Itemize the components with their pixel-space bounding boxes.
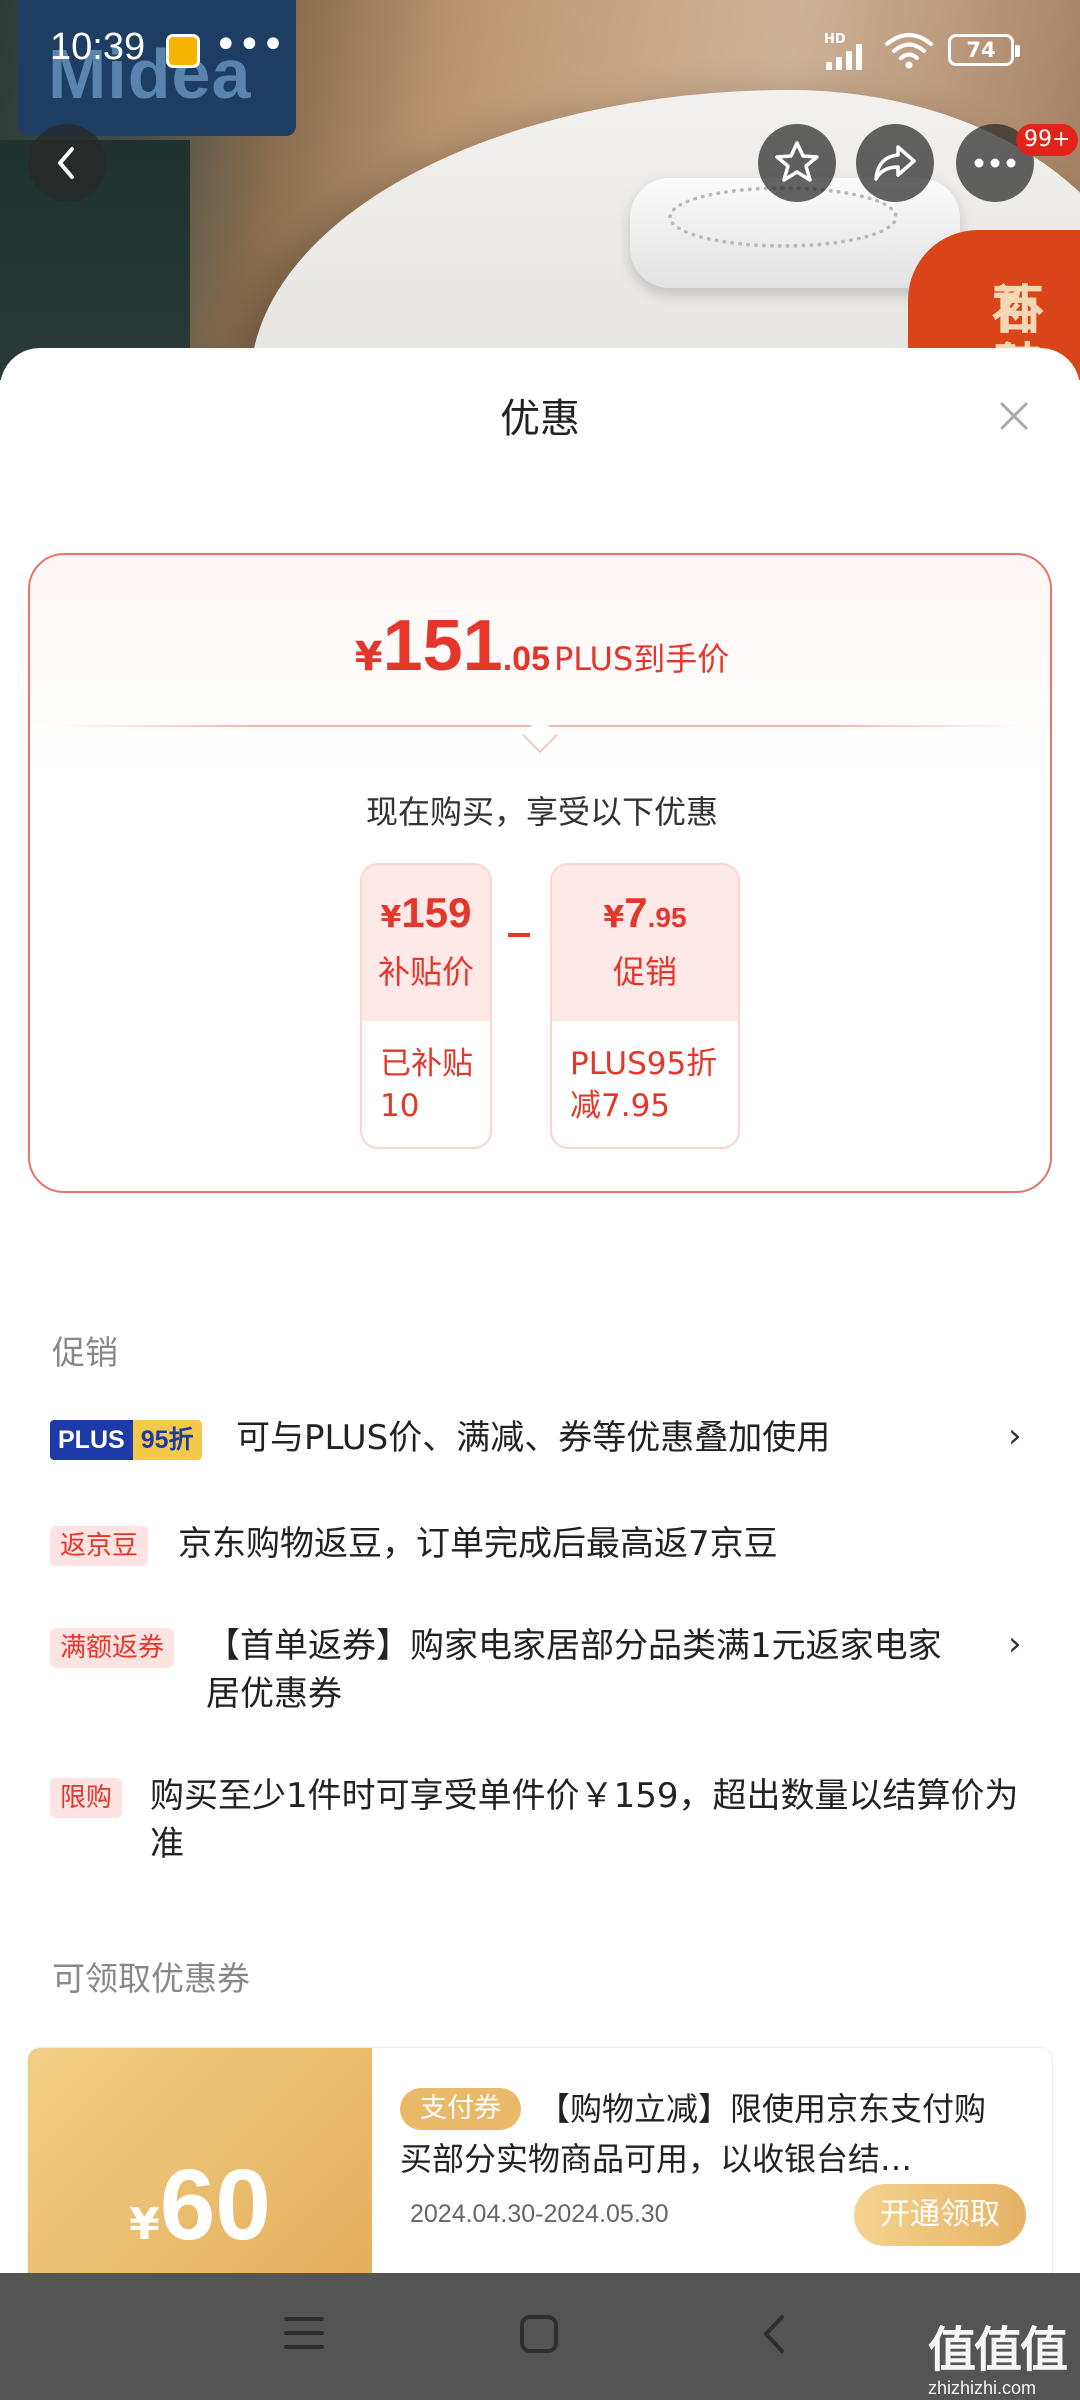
minus-sign — [508, 933, 530, 937]
back-nav-icon[interactable] — [758, 2313, 788, 2355]
chevron-right-icon: › — [1008, 1624, 1022, 1664]
notification-badge: 99+ — [1016, 124, 1079, 156]
promo-tag: 满额返券 — [50, 1628, 175, 1668]
final-price-integer: 151 — [382, 606, 503, 686]
watermark-main: 值值值 — [928, 2322, 1068, 2378]
subsidy-amount: 159 — [401, 889, 472, 936]
share-button[interactable] — [856, 124, 934, 202]
subsidy-detail: 已补贴10 — [380, 1046, 473, 1124]
promotion-currency: ¥ — [603, 900, 625, 935]
promo-tag: 限购 — [50, 1778, 123, 1818]
final-price-currency: ¥ — [354, 634, 383, 680]
system-nav-bar — [0, 2273, 1080, 2400]
battery-icon: 74 — [948, 34, 1020, 66]
promo-item-limit: 限购 购买至少1件时可享受单件价￥159，超出数量以结算价为准 — [50, 1776, 1030, 1878]
chevron-right-icon: › — [1008, 1416, 1022, 1456]
coupon-validity: 2024.04.30-2024.05.30 — [410, 2200, 669, 2228]
discount-sheet: 优惠 ¥151.05 PLUS到手价 现在购买，享受以下优惠 ¥159 补贴价 已… — [0, 348, 1080, 2273]
plus-tag-discount: 95折 — [132, 1420, 202, 1460]
notification-icon — [166, 34, 200, 68]
promotion-price-card: ¥7.95 促销 PLUS95折减7.95 — [550, 863, 740, 1149]
promo-item-plus[interactable]: PLUS 95折 可与PLUS价、满减、券等优惠叠加使用 › — [50, 1416, 1030, 1480]
coupon-type-tag: 支付券 — [400, 2088, 521, 2130]
coupon-value: 60 — [159, 2149, 271, 2261]
promo-text: 可与PLUS价、满减、券等优惠叠加使用 — [236, 1418, 831, 1458]
coupons-title: 可领取优惠券 — [52, 1959, 250, 1998]
price-summary-card: ¥151.05 PLUS到手价 现在购买，享受以下优惠 ¥159 补贴价 已补贴1… — [28, 553, 1052, 1193]
divider-notch — [522, 717, 558, 753]
promotion-amount-int: 7 — [624, 889, 648, 936]
claim-coupon-button[interactable]: 开通领取 — [854, 2184, 1026, 2246]
close-icon[interactable] — [994, 396, 1034, 436]
coupon-card: ¥60 【购物立减】限使用京东支付购买部分实物商品可用，以收银台结… 支付券 2… — [20, 2048, 1052, 2273]
coupon-amount: ¥60 — [28, 2148, 372, 2263]
promo-text: 【首单返券】购家电家居部分品类满1元返家电家居优惠券 — [206, 1626, 942, 1714]
star-icon — [775, 141, 819, 182]
subsidy-caption: 补贴价 — [377, 953, 474, 991]
coupon-currency: ¥ — [129, 2199, 160, 2250]
promotion-caption: 促销 — [612, 953, 677, 991]
home-icon[interactable] — [518, 2313, 560, 2355]
promo-tag: 返京豆 — [50, 1526, 149, 1566]
subsidy-price-card: ¥159 补贴价 已补贴10 — [360, 863, 492, 1149]
watermark-logo: 值值值 zhizhizhi.com — [928, 2310, 1068, 2399]
signal-icon — [826, 42, 862, 70]
coupon-amount-panel: ¥60 — [20, 2048, 372, 2273]
status-bar: 10:39 ••• HD 74 — [0, 0, 1080, 100]
more-notifications-icon: ••• — [214, 22, 285, 68]
plus-discount-tag: PLUS 95折 — [50, 1420, 202, 1460]
share-icon — [874, 145, 916, 181]
more-dots-icon — [974, 158, 1016, 168]
sheet-title: 优惠 — [500, 396, 580, 442]
promotion-amount-dec: .95 — [647, 902, 687, 933]
subsidy-currency: ¥ — [380, 900, 402, 935]
promotion-detail: PLUS95折减7.95 — [570, 1046, 718, 1124]
favorite-button[interactable] — [758, 124, 836, 202]
promo-item-beans: 返京豆 京东购物返豆，订单完成后最高返7京豆 — [50, 1524, 1030, 1586]
plus-tag-label: PLUS — [50, 1420, 133, 1460]
promo-text: 购买至少1件时可享受单件价￥159，超出数量以结算价为准 — [150, 1776, 1019, 1864]
promo-text: 京东购物返豆，订单完成后最高返7京豆 — [178, 1524, 778, 1564]
final-price-decimal: .05 — [502, 640, 550, 678]
watermark-sub: zhizhizhi.com — [928, 2378, 1037, 2398]
final-price-label: PLUS到手价 — [553, 640, 730, 678]
menu-icon[interactable] — [282, 2313, 326, 2353]
promo-item-coupon-return[interactable]: 满额返券 【首单返券】购家电家居部分品类满1元返家电家居优惠券 › — [50, 1624, 1030, 1728]
promotions-title: 促销 — [52, 1333, 118, 1372]
back-arrow-icon — [58, 147, 74, 179]
final-price: ¥151.05 PLUS到手价 — [30, 605, 1054, 687]
enjoy-text: 现在购买，享受以下优惠 — [365, 793, 718, 831]
back-button[interactable] — [28, 124, 106, 202]
status-time: 10:39 — [50, 26, 146, 68]
wifi-icon — [885, 33, 933, 69]
